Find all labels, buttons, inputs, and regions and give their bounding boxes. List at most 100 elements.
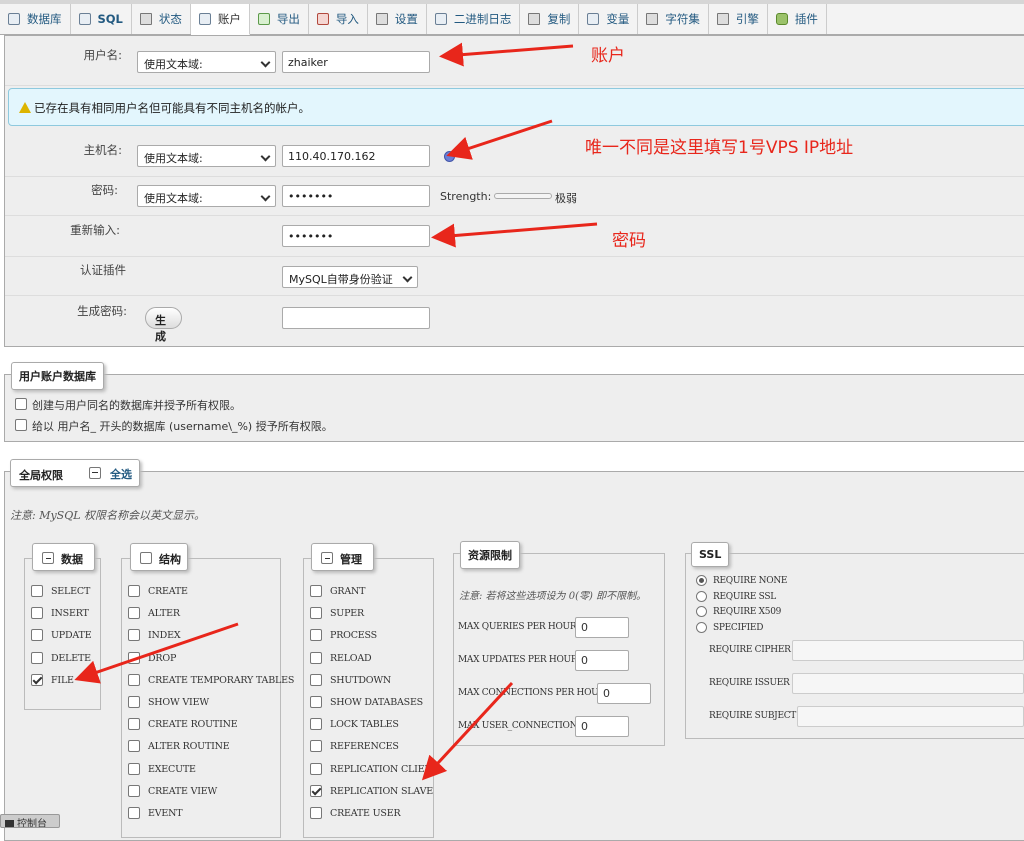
- data-legend-title: 数据: [61, 553, 83, 566]
- select-all-checkbox[interactable]: [89, 467, 101, 479]
- tab-variables[interactable]: 变量: [579, 4, 639, 34]
- username-input[interactable]: zhaiker: [282, 51, 430, 73]
- host-mode-select[interactable]: 使用文本域:: [137, 145, 276, 167]
- resource-limits-legend: 资源限制: [460, 541, 520, 569]
- privilege-checkbox-create[interactable]: [128, 585, 140, 597]
- generated-password-input[interactable]: [282, 307, 430, 329]
- privilege-checkbox-update[interactable]: [31, 629, 43, 642]
- limit-input-max-user-connections[interactable]: 0: [575, 716, 629, 737]
- privilege-label: INSERT: [51, 608, 89, 620]
- data-legend: 数据: [32, 543, 95, 571]
- privilege-label: REFERENCES: [330, 741, 399, 753]
- ssl-field-input-require-subject[interactable]: [797, 706, 1024, 727]
- privilege-checkbox-delete[interactable]: [31, 651, 43, 664]
- privilege-label: CREATE TEMPORARY TABLES: [148, 674, 295, 686]
- privilege-checkbox-replication-client[interactable]: [310, 762, 322, 775]
- tab-import[interactable]: 导入: [309, 4, 368, 34]
- tab-database[interactable]: 数据库: [0, 4, 71, 34]
- ssl-field-input-require-issuer[interactable]: [792, 673, 1024, 694]
- notice-text: 已存在具有相同用户名但可能具有不同主机名的帐户。: [34, 101, 310, 115]
- tab-wrench[interactable]: 设置: [368, 4, 427, 34]
- privilege-label: SHUTDOWN: [330, 674, 392, 686]
- data-select-all-checkbox[interactable]: [42, 552, 54, 564]
- plugin-select[interactable]: MySQL自带身份验证: [282, 266, 418, 288]
- privilege-checkbox-create-temporary-tables[interactable]: [128, 673, 140, 686]
- tab-label: 复制: [547, 12, 571, 26]
- password-mode-select[interactable]: 使用文本域:: [137, 185, 276, 207]
- privilege-checkbox-insert[interactable]: [31, 607, 43, 620]
- privilege-checkbox-reload[interactable]: [310, 651, 322, 664]
- tab-accounts[interactable]: 账户: [190, 4, 250, 35]
- admin-legend: 管理: [311, 543, 374, 571]
- username-mode-select[interactable]: 使用文本域:: [137, 51, 276, 73]
- tab-export[interactable]: 导出: [250, 4, 309, 34]
- username-label: 用户名:: [83, 48, 122, 62]
- privilege-checkbox-file[interactable]: [31, 673, 43, 686]
- privilege-checkbox-references[interactable]: [310, 740, 322, 753]
- structure-select-all-checkbox[interactable]: [140, 552, 152, 564]
- ssl-radio-require-x509[interactable]: [696, 606, 707, 617]
- privilege-checkbox-show-view[interactable]: [128, 696, 140, 708]
- privilege-checkbox-event[interactable]: [128, 807, 140, 819]
- ssl-field-input-require-cipher[interactable]: [792, 640, 1024, 661]
- privilege-label: UPDATE: [51, 630, 92, 642]
- limit-input-max-updates-per-hour[interactable]: 0: [575, 650, 629, 671]
- generate-password-button[interactable]: 生成: [145, 307, 182, 343]
- ssl-radio-require-ssl[interactable]: [696, 590, 707, 602]
- ssl-radio-specified[interactable]: [696, 621, 707, 633]
- privilege-label: REPLICATION CLIENT: [330, 763, 439, 775]
- limit-input-max-connections-per-hour[interactable]: 0: [597, 683, 651, 704]
- privilege-checkbox-alter[interactable]: [128, 607, 140, 620]
- privilege-checkbox-create-view[interactable]: [128, 784, 140, 797]
- privilege-checkbox-super[interactable]: [310, 607, 322, 620]
- admin-select-all-checkbox[interactable]: [321, 552, 333, 564]
- top-tab-bar: 数据库 SQL 状态 账户 导出 导入 设置 二进制日志 复制 变量 字符集 引擎 插件: [0, 0, 1024, 35]
- ssl-legend: SSL: [691, 542, 730, 567]
- host-input[interactable]: 110.40.170.162: [282, 145, 430, 167]
- tab-engine[interactable]: 引擎: [709, 4, 768, 34]
- privilege-label: DROP: [148, 652, 177, 664]
- privilege-checkbox-execute[interactable]: [128, 762, 140, 775]
- password-input[interactable]: •••••••: [282, 185, 430, 207]
- create-db-label: 创建与用户同名的数据库并授予所有权限。: [32, 399, 241, 412]
- privilege-label: CREATE USER: [330, 808, 401, 819]
- privilege-checkbox-create-routine[interactable]: [128, 718, 140, 731]
- privilege-checkbox-process[interactable]: [310, 629, 322, 642]
- strength-value: 极弱: [555, 192, 577, 205]
- limit-input-max-queries-per-hour[interactable]: 0: [575, 617, 629, 638]
- host-help-icon[interactable]: [444, 151, 455, 162]
- privilege-label: CREATE VIEW: [148, 785, 218, 797]
- tab-charset[interactable]: 字符集: [638, 4, 709, 34]
- structure-legend-title: 结构: [159, 553, 181, 566]
- privilege-label: SUPER: [330, 608, 364, 620]
- select-all-label[interactable]: 全选: [110, 466, 132, 482]
- tab-binlog[interactable]: 二进制日志: [427, 4, 521, 34]
- tab-label: 设置: [394, 12, 418, 26]
- tab-sql[interactable]: SQL: [71, 4, 132, 34]
- privilege-checkbox-grant[interactable]: [310, 585, 322, 597]
- tab-replication[interactable]: 复制: [520, 4, 580, 34]
- puzzle-icon: [775, 13, 788, 25]
- grant-wildcard-checkbox[interactable]: [15, 419, 27, 431]
- privilege-checkbox-lock-tables[interactable]: [310, 718, 322, 731]
- privilege-checkbox-show-databases[interactable]: [310, 696, 322, 708]
- privilege-checkbox-create-user[interactable]: [310, 807, 322, 819]
- privilege-checkbox-drop[interactable]: [128, 651, 140, 664]
- retype-input[interactable]: •••••••: [282, 225, 430, 247]
- privilege-label: CREATE ROUTINE: [148, 719, 238, 731]
- tab-label: 状态: [158, 12, 182, 26]
- tab-puzzle[interactable]: 插件: [768, 4, 827, 34]
- tab-status[interactable]: 状态: [132, 4, 191, 34]
- ssl-radio-require-none[interactable]: [696, 575, 707, 586]
- privilege-label: DELETE: [51, 652, 91, 664]
- retype-label: 重新输入:: [70, 223, 120, 237]
- privilege-checkbox-index[interactable]: [128, 629, 140, 642]
- privilege-checkbox-alter-routine[interactable]: [128, 740, 140, 753]
- tab-label: 二进制日志: [453, 12, 512, 26]
- create-db-checkbox[interactable]: [15, 398, 27, 410]
- privilege-checkbox-replication-slave[interactable]: [310, 784, 322, 797]
- privilege-checkbox-shutdown[interactable]: [310, 673, 322, 686]
- status-icon: [139, 13, 152, 25]
- limit-label: MAX QUERIES PER HOUR: [458, 622, 577, 632]
- privilege-checkbox-select[interactable]: [31, 585, 43, 597]
